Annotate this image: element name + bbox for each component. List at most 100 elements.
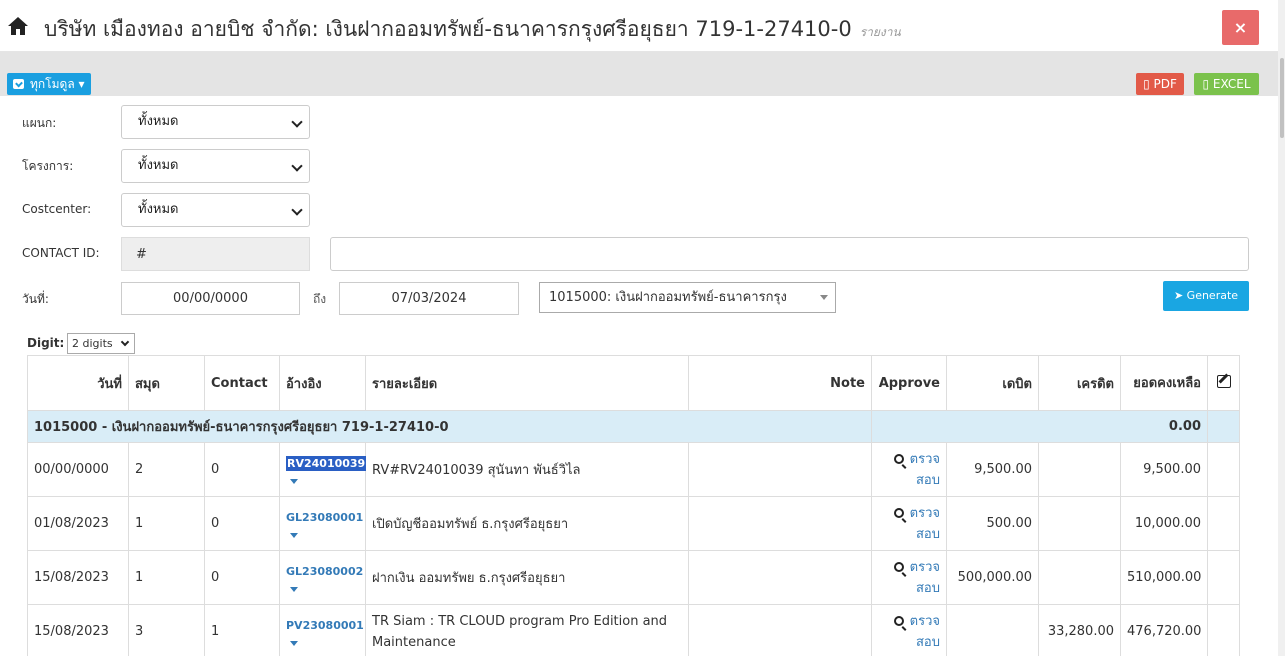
account-select[interactable]: 1015000: เงินฝากออมทรัพย์-ธนาคารกรุง (539, 282, 836, 313)
approve-text-1: ตรวจ (909, 505, 940, 521)
chevron-down-icon (291, 116, 303, 128)
cell-credit (1038, 550, 1121, 605)
digit-select[interactable]: 2 digits (67, 333, 135, 354)
modules-label: ทุกโมดูล (30, 77, 75, 91)
pdf-file-icon: ▯ (1143, 77, 1150, 91)
contact-name-input[interactable] (330, 237, 1249, 271)
cell-book: 1 (128, 550, 205, 605)
pdf-export-button[interactable]: ▯ PDF (1136, 73, 1184, 95)
approve-link[interactable]: ตรวจสอบ (871, 550, 947, 605)
excel-label: EXCEL (1212, 77, 1251, 91)
cell-credit: 33,280.00 (1038, 604, 1121, 656)
reference-link[interactable]: PV23080001 (286, 619, 364, 632)
toolbar (0, 52, 1278, 96)
search-icon (893, 507, 904, 518)
cell-credit (1038, 496, 1121, 551)
column-header-credit[interactable]: เครดิต (1038, 355, 1121, 411)
column-header-note[interactable]: Note (688, 355, 872, 411)
column-header-approve[interactable]: Approve (871, 355, 947, 411)
cell-reference: RV24010039 (279, 442, 367, 497)
account-group-label: 1015000 - เงินฝากออมทรัพย์-ธนาคารกรุงศรี… (27, 410, 872, 443)
edit-icon[interactable] (1216, 374, 1231, 388)
cell-note (688, 550, 872, 605)
cell-debit: 9,500.00 (946, 442, 1039, 497)
generate-label: Generate (1186, 289, 1239, 302)
column-header-detail[interactable]: รายละเอียด (365, 355, 689, 411)
approve-text-2: สอบ (916, 526, 940, 542)
date-from-input[interactable]: 00/00/0000 (121, 282, 300, 315)
close-icon: × (1233, 18, 1248, 37)
approve-text-2: สอบ (916, 634, 940, 650)
page-title-text: บริษัท เมืองทอง อายบิช จำกัด: เงินฝากออม… (44, 17, 852, 41)
table-header-row: วันที่ สมุด Contact อ้างอิง รายละเอียด N… (27, 355, 1240, 411)
reference-link[interactable]: RV24010039 (286, 455, 367, 471)
cell-debit: 500.00 (946, 496, 1039, 551)
chevron-down-icon (291, 160, 303, 172)
approve-text-2: สอบ (916, 580, 940, 596)
caret-down-icon (820, 295, 828, 300)
search-icon (893, 561, 904, 572)
table-row: 01/08/2023 1 0 GL23080001 เปิดบัญชีออมทร… (27, 496, 1240, 551)
cell-date: 01/08/2023 (27, 496, 129, 551)
project-select[interactable]: ทั้งหมด (121, 149, 310, 183)
cell-contact: 0 (204, 550, 280, 605)
title-bar: บริษัท เมืองทอง อายบิช จำกัด: เงินฝากออม… (0, 0, 1278, 52)
date-to-input[interactable]: 07/03/2024 (339, 282, 519, 315)
caret-down-icon[interactable] (290, 586, 298, 592)
cell-detail: ฝากเงิน ออมทรัพย ธ.กรุงศรีอยุธยา (365, 550, 689, 605)
generate-button[interactable]: ➤ Generate (1163, 281, 1249, 311)
scrollbar-thumb[interactable] (1280, 58, 1284, 138)
chevron-down-icon (291, 204, 303, 216)
page-title: บริษัท เมืองทอง อายบิช จำกัด: เงินฝากออม… (44, 13, 901, 46)
caret-down-icon[interactable] (290, 478, 298, 484)
cell-note (688, 442, 872, 497)
close-button[interactable]: × (1222, 10, 1259, 45)
column-header-contact[interactable]: Contact (204, 355, 280, 411)
approve-text-1: ตรวจ (909, 559, 940, 575)
cell-balance: 9,500.00 (1120, 442, 1208, 497)
column-header-balance[interactable]: ยอดคงเหลือ (1120, 355, 1208, 411)
reference-link[interactable]: GL23080002 (286, 565, 363, 578)
cell-reference: GL23080001 (279, 496, 366, 551)
cell-debit (946, 604, 1039, 656)
home-icon[interactable] (7, 16, 29, 36)
reference-link[interactable]: GL23080001 (286, 511, 363, 524)
project-label: โครงการ: (22, 159, 74, 173)
column-header-book[interactable]: สมุด (128, 355, 205, 411)
cell-reference: GL23080002 (279, 550, 366, 605)
cell-note (688, 496, 872, 551)
costcenter-label: Costcenter: (22, 202, 92, 216)
approve-link[interactable]: ตรวจ สอบ (871, 604, 947, 656)
excel-export-button[interactable]: ▯ EXCEL (1194, 73, 1259, 95)
department-select[interactable]: ทั้งหมด (121, 105, 310, 139)
column-header-date[interactable]: วันที่ (27, 355, 129, 411)
costcenter-value: ทั้งหมด (138, 202, 179, 217)
contact-id-label: CONTACT ID: (22, 246, 100, 260)
cell-contact: 0 (204, 442, 280, 497)
excel-file-icon: ▯ (1202, 77, 1210, 91)
column-header-edit[interactable] (1207, 355, 1240, 411)
page-subtitle: รายงาน (859, 25, 901, 39)
module-icon (13, 79, 24, 89)
cell-book: 1 (128, 496, 205, 551)
column-header-reference[interactable]: อ้างอิง (279, 355, 366, 411)
caret-down-icon[interactable] (290, 640, 298, 646)
column-header-debit[interactable]: เดบิต (946, 355, 1039, 411)
modules-dropdown-button[interactable]: ทุกโมดูล ▾ (7, 73, 91, 95)
pdf-label: PDF (1153, 77, 1177, 91)
caret-down-icon[interactable] (290, 532, 298, 538)
approve-link[interactable]: ตรวจ สอบ (871, 442, 947, 497)
date-label: วันที่: (22, 292, 49, 306)
cell-book: 3 (128, 604, 205, 656)
cell-credit (1038, 442, 1121, 497)
cell-balance: 476,720.00 (1120, 604, 1208, 656)
cell-balance: 10,000.00 (1120, 496, 1208, 551)
account-group-row: 1015000 - เงินฝากออมทรัพย์-ธนาคารกรุงศรี… (27, 410, 1240, 443)
cell-note (688, 604, 872, 656)
paper-plane-icon: ➤ (1173, 289, 1184, 302)
cell-book: 2 (128, 442, 205, 497)
table-row: 15/08/2023 3 1 PV23080001 TR Siam : TR C… (27, 604, 1240, 656)
cell-detail: RV#RV24010039 สุนันทา พันธ์วิไล (365, 442, 689, 497)
approve-link[interactable]: ตรวจสอบ (871, 496, 947, 551)
costcenter-select[interactable]: ทั้งหมด (121, 193, 310, 227)
